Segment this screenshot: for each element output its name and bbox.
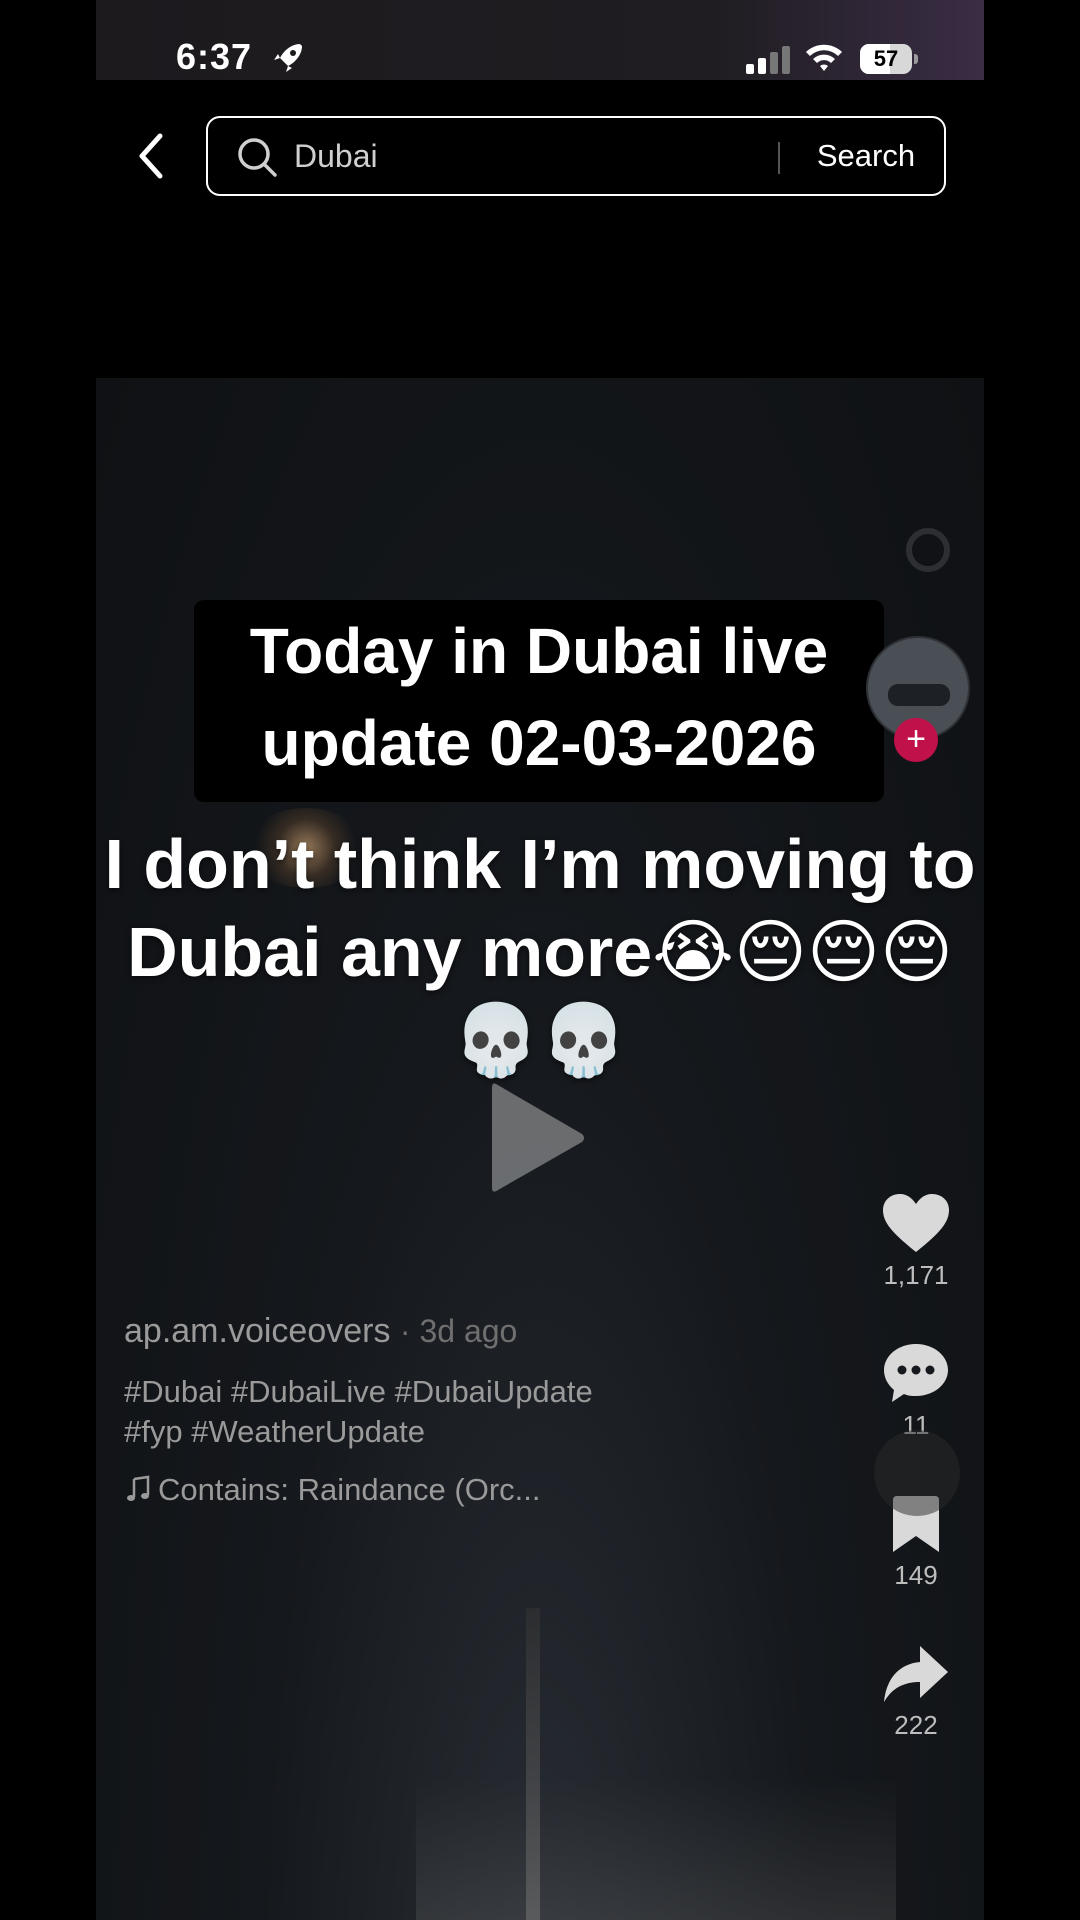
wifi-icon — [806, 44, 842, 71]
faded-ring — [906, 528, 950, 572]
music-info[interactable]: Contains: Raindance (Orc... — [124, 1472, 541, 1508]
video-author[interactable]: ap.am.voiceovers · 3d ago — [124, 1312, 517, 1351]
music-disc[interactable] — [874, 1430, 960, 1516]
bookmark-count: 149 — [894, 1560, 938, 1590]
battery-tip — [914, 54, 918, 64]
share-button[interactable]: 222 — [866, 1644, 966, 1741]
comment-icon — [884, 1344, 948, 1402]
hashtags[interactable]: #Dubai #DubaiLive #DubaiUpdate #fyp #Wea… — [124, 1372, 744, 1452]
overlay-title-line2: update 02-03-2026 — [261, 707, 817, 779]
like-button[interactable]: 1,171 — [866, 1192, 966, 1291]
city-skyline — [416, 1778, 896, 1920]
video-caption: I don’t think I’m moving to Dubai any mo… — [96, 820, 984, 1084]
music-note-icon — [127, 1475, 150, 1501]
post-time: · 3d ago — [399, 1313, 518, 1349]
status-bar: 6:37 57 — [96, 0, 984, 80]
hashtags-line1[interactable]: #Dubai #DubaiLive #DubaiUpdate — [124, 1372, 744, 1412]
search-divider — [778, 142, 780, 174]
battery-icon: 57 — [860, 44, 918, 74]
search-icon — [238, 138, 277, 177]
play-icon[interactable] — [488, 1078, 588, 1198]
status-time: 6:37 — [176, 36, 253, 77]
author-name[interactable]: ap.am.voiceovers — [124, 1312, 390, 1350]
battery-level: 57 — [873, 46, 899, 71]
video-player[interactable]: Today in Dubai live update 02-03-2026 I … — [96, 378, 984, 1920]
tower-silhouette — [526, 1608, 540, 1920]
hashtags-line2[interactable]: #fyp #WeatherUpdate — [124, 1412, 744, 1452]
heart-icon — [883, 1194, 949, 1252]
back-arrow-icon[interactable] — [130, 130, 170, 182]
rocket-icon — [274, 44, 302, 72]
music-title[interactable]: Contains: Raindance (Orc... — [158, 1472, 541, 1507]
follow-button[interactable]: + — [894, 718, 938, 762]
like-count: 1,171 — [883, 1260, 949, 1290]
avatar-image — [888, 684, 950, 706]
overlay-title-line1: Today in Dubai live — [249, 615, 829, 687]
caption-line1: I don’t think I’m moving to — [104, 825, 976, 903]
share-count: 222 — [894, 1710, 938, 1740]
search-input[interactable] — [294, 132, 754, 180]
search-bar[interactable]: Search — [206, 116, 946, 196]
caption-line3: 💀💀 — [452, 1001, 628, 1079]
caption-line2: Dubai any more😭😔😔😔 — [127, 913, 953, 991]
share-icon — [884, 1646, 948, 1702]
cellular-signal-icon — [746, 46, 790, 74]
search-button[interactable]: Search — [798, 132, 934, 180]
app-screen: 6:37 57 Dubai Search Today in Dubai live… — [96, 0, 984, 1920]
comment-button[interactable]: 11 — [866, 1342, 966, 1441]
battery-indicator: 57 — [860, 44, 912, 74]
video-title-overlay: Today in Dubai live update 02-03-2026 — [194, 600, 884, 802]
